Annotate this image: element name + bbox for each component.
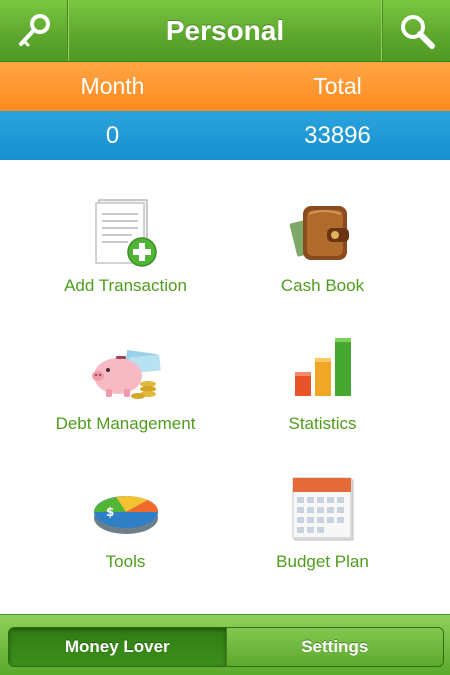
summary-values-bar: 0 33896	[0, 111, 450, 160]
search-icon	[400, 14, 435, 49]
tab-settings[interactable]: Settings	[225, 628, 443, 666]
calendar-icon	[292, 477, 353, 541]
total-value: 33896	[304, 121, 371, 149]
tab-money-lover[interactable]: Money Lover	[9, 628, 226, 666]
month-label: Month	[80, 73, 145, 99]
page-title: Personal	[165, 14, 285, 46]
piggy-bank-icon	[91, 349, 161, 399]
budget-plan-label: Budget Plan	[276, 552, 369, 571]
add-transaction-button[interactable]: Add Transaction	[13, 160, 238, 298]
menu-grid: Add Transaction Cash Book Debt Managemen…	[0, 160, 450, 614]
bar-chart-icon	[294, 338, 351, 396]
svg-text:$: $	[106, 505, 114, 519]
segmented-control: Money Lover Settings	[8, 627, 444, 667]
tools-button[interactable]: $ Tools	[13, 436, 238, 574]
statistics-button[interactable]: Statistics	[210, 298, 435, 436]
debt-management-label: Debt Management	[55, 414, 196, 433]
debt-management-button[interactable]: Debt Management	[13, 298, 238, 436]
total-label: Total	[313, 73, 362, 99]
add-transaction-label: Add Transaction	[64, 276, 187, 295]
search-button[interactable]	[382, 0, 450, 61]
bottom-tab-bar: Money Lover Settings	[0, 614, 450, 675]
key-icon	[18, 13, 50, 46]
wallet-icon	[289, 206, 349, 260]
summary-labels-bar: Month Total	[0, 62, 450, 111]
statistics-label: Statistics	[288, 414, 357, 433]
top-nav-bar: Personal	[0, 0, 450, 62]
budget-plan-button[interactable]: Budget Plan	[210, 436, 435, 574]
month-value: 0	[105, 121, 120, 149]
add-transaction-icon	[94, 199, 157, 267]
pie-chart-icon: $	[93, 496, 158, 534]
tools-label: Tools	[105, 552, 146, 571]
cash-book-label: Cash Book	[280, 276, 365, 295]
cash-book-button[interactable]: Cash Book	[210, 160, 435, 298]
key-button[interactable]	[0, 0, 68, 61]
